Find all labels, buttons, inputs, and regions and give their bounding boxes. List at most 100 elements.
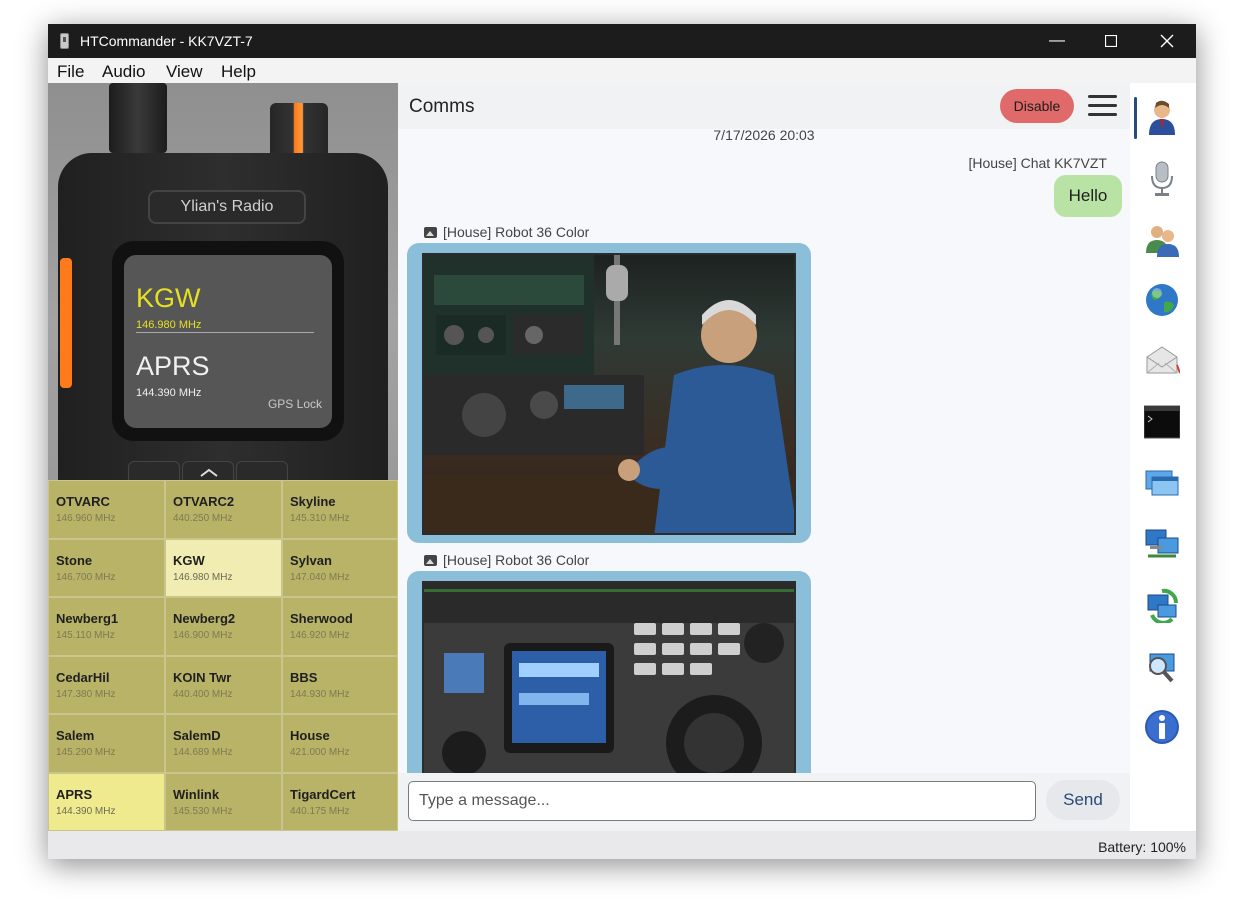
channel-button[interactable]: KOIN Twr 440.400 MHz — [165, 655, 282, 714]
chat-bubble[interactable]: Hello — [1054, 175, 1122, 217]
comms-title: Comms — [409, 96, 475, 117]
image-message-sender: [House] Robot 36 Color — [424, 224, 589, 240]
disable-button[interactable]: Disable — [1000, 89, 1074, 123]
person-icon[interactable] — [1144, 99, 1180, 135]
gps-status: GPS Lock — [267, 397, 322, 411]
close-icon[interactable] — [1144, 24, 1190, 58]
message-sender: [House] Chat KK7VZT — [968, 155, 1107, 171]
vfo-b-name: APRS — [136, 351, 210, 381]
channel-name: TigardCert — [290, 786, 356, 802]
channel-button[interactable]: Sylvan 147.040 MHz — [282, 538, 398, 597]
channel-frequency: 144.689 MHz — [173, 747, 233, 758]
channel-button[interactable]: BBS 144.930 MHz — [282, 655, 398, 714]
menu-help[interactable]: Help — [221, 62, 256, 82]
window-title: HTCommander - KK7VZT-7 — [80, 33, 253, 49]
channel-button[interactable]: OTVARC 146.960 MHz — [48, 480, 165, 539]
title-bar: HTCommander - KK7VZT-7 — — [48, 24, 1196, 58]
channel-frequency: 145.290 MHz — [56, 747, 116, 758]
image-icon — [424, 227, 437, 238]
radio-antenna — [109, 83, 167, 153]
sync-network-icon[interactable] — [1144, 587, 1180, 625]
radio-key-right — [236, 461, 288, 480]
message-input[interactable] — [408, 781, 1036, 821]
image-icon — [424, 555, 437, 566]
channel-frequency: 440.250 MHz — [173, 513, 233, 524]
channel-button[interactable]: Stone 146.700 MHz — [48, 538, 165, 597]
image-message-sender: [House] Robot 36 Color — [424, 552, 589, 568]
channel-name: Sherwood — [290, 611, 353, 626]
active-tab-indicator — [1134, 97, 1137, 139]
radio-app-icon — [60, 33, 69, 49]
channel-frequency: 421.000 MHz — [290, 747, 350, 758]
channel-name: Newberg2 — [173, 611, 236, 626]
sstv-image-operator — [422, 253, 796, 535]
channel-name: BBS — [290, 669, 318, 685]
lcd-divider — [136, 332, 314, 333]
channel-name: House — [290, 728, 330, 743]
vfo-a-name: KGW — [136, 283, 201, 313]
windows-icon[interactable] — [1144, 465, 1180, 501]
channel-frequency: 440.175 MHz — [290, 805, 350, 817]
radio-keys — [128, 461, 328, 480]
comms-header: Comms Disable — [398, 83, 1130, 129]
channel-button[interactable]: APRS 144.390 MHz — [48, 772, 165, 831]
menu-view[interactable]: View — [166, 62, 203, 82]
channel-frequency: 147.380 MHz — [56, 688, 116, 700]
contacts-icon[interactable] — [1144, 221, 1180, 257]
channel-name: KOIN Twr — [173, 669, 232, 685]
sstv-image-bubble[interactable] — [407, 243, 811, 543]
channel-button[interactable]: Salem 145.290 MHz — [48, 714, 165, 773]
vfo-b-freq: 144.390 MHz — [136, 387, 202, 399]
channel-button[interactable]: Winlink 145.530 MHz — [165, 772, 282, 831]
minimize-icon[interactable]: — — [1034, 24, 1080, 58]
channel-frequency: 147.040 MHz — [290, 571, 350, 583]
channel-button[interactable]: House 421.000 MHz — [282, 714, 398, 773]
channel-name: Winlink — [173, 786, 220, 802]
channel-name: Skyline — [290, 494, 336, 509]
info-icon[interactable] — [1144, 709, 1180, 745]
battery-status: Battery: 100% — [1098, 839, 1186, 855]
channel-name: Sylvan — [290, 552, 332, 568]
channel-button[interactable]: OTVARC2 440.250 MHz — [165, 480, 282, 539]
channel-frequency: 146.980 MHz — [173, 571, 233, 583]
radio-brand: Ylian's Radio — [148, 190, 306, 224]
channel-button[interactable]: SalemD 144.689 MHz — [165, 714, 282, 773]
right-tool-bar — [1130, 83, 1196, 831]
channel-frequency: 145.530 MHz — [173, 805, 233, 817]
compose-bar: Send — [398, 773, 1130, 831]
channel-name: Stone — [56, 552, 93, 568]
channel-name: Salem — [56, 728, 95, 743]
globe-icon[interactable] — [1144, 282, 1180, 318]
radio-key-up — [182, 461, 234, 480]
menu-file[interactable]: File — [57, 62, 84, 82]
maximize-icon[interactable] — [1088, 24, 1134, 58]
send-button[interactable]: Send — [1046, 780, 1120, 820]
channel-button[interactable]: CedarHil 147.380 MHz — [48, 655, 165, 714]
radio-key-left — [128, 461, 180, 480]
microphone-icon[interactable] — [1144, 160, 1180, 196]
network-icon[interactable] — [1144, 526, 1180, 562]
radio-knob — [270, 103, 328, 159]
search-network-icon[interactable] — [1144, 648, 1180, 684]
lcd-screen: KGW 146.980 MHz APRS 144.390 MHz GPS Loc… — [124, 255, 332, 428]
channel-button[interactable]: Sherwood 146.920 MHz — [282, 597, 398, 656]
channel-name: OTVARC — [56, 494, 110, 509]
channel-frequency: 146.900 MHz — [173, 630, 233, 641]
channel-frequency: 144.930 MHz — [290, 688, 350, 700]
mail-icon[interactable] — [1144, 343, 1181, 379]
channel-name: KGW — [173, 552, 205, 568]
channel-name: SalemD — [173, 728, 221, 743]
channel-button[interactable]: Newberg2 146.900 MHz — [165, 597, 282, 656]
channel-button[interactable]: Skyline 145.310 MHz — [282, 480, 398, 539]
channel-frequency: 146.960 MHz — [56, 513, 116, 524]
channel-frequency: 145.110 MHz — [56, 630, 115, 641]
terminal-icon[interactable] — [1143, 404, 1181, 440]
sstv-image-bubble[interactable] — [407, 571, 811, 791]
hamburger-menu-icon[interactable] — [1088, 95, 1117, 117]
status-bar: Battery: 100% — [48, 831, 1196, 859]
channel-button[interactable]: KGW 146.980 MHz — [165, 538, 282, 597]
channel-button[interactable]: TigardCert 440.175 MHz — [282, 772, 398, 831]
menu-audio[interactable]: Audio — [102, 62, 145, 82]
channel-button[interactable]: Newberg1 145.110 MHz — [48, 597, 165, 656]
channel-frequency: 440.400 MHz — [173, 688, 233, 700]
